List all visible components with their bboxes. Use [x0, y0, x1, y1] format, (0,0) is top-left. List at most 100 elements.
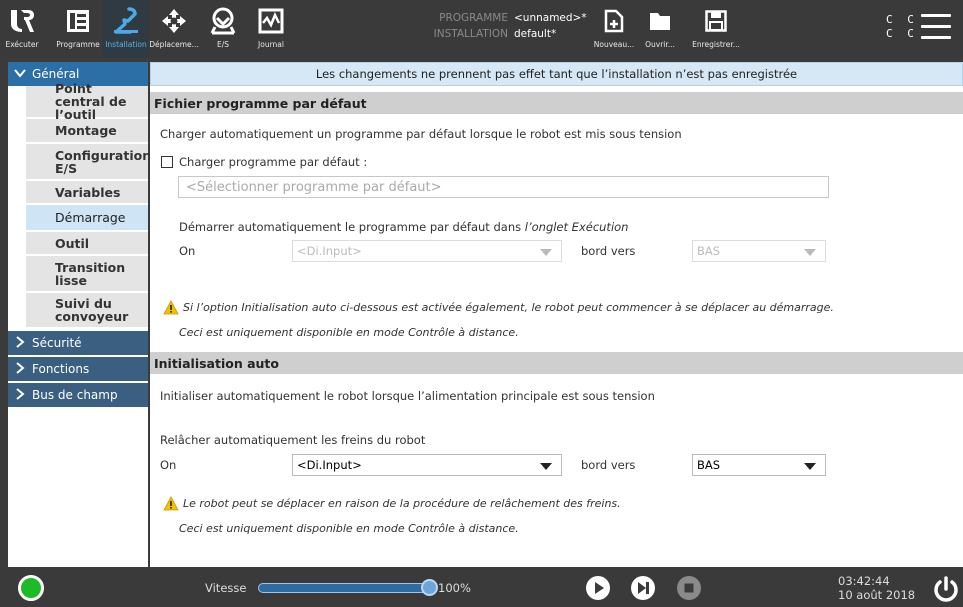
- autostart-edge-value: BAS: [697, 244, 721, 258]
- sidebar-section-fieldbus[interactable]: Bus de champ: [8, 383, 148, 407]
- tab-installation-label: Installation: [105, 40, 147, 49]
- autostart-text-main: Démarrer automatiquement le programme pa…: [179, 220, 525, 234]
- brake-on-label: On: [160, 458, 177, 472]
- section-title-auto-init: Initialisation auto: [150, 352, 963, 374]
- auto-init-warning: Le robot peut se déplacer en raison de l…: [183, 497, 621, 510]
- brake-release-text: Relâcher automatiquement les freins du r…: [160, 433, 426, 447]
- tab-installation[interactable]: Installation: [103, 0, 149, 58]
- open-button[interactable]: Ouvrir...: [640, 0, 680, 58]
- open-label: Ouvrir...: [645, 40, 675, 49]
- tab-move-label: Déplaceme...: [149, 40, 199, 49]
- load-default-checkbox[interactable]: [161, 156, 173, 168]
- brake-edge-value: BAS: [697, 458, 721, 472]
- clock: 03:42:44 10 août 2018: [838, 574, 915, 602]
- default-program-warning: Si l’option Initialisation auto ci-desso…: [183, 301, 834, 314]
- program-key: PROGRAMME: [439, 12, 508, 24]
- tab-io-label: E/S: [216, 40, 230, 49]
- warning-icon: [163, 300, 179, 315]
- log-icon: [258, 6, 284, 36]
- auto-init-description: Initialiser automatiquement le robot lor…: [160, 389, 655, 403]
- installation-key: INSTALLATION: [433, 28, 508, 40]
- speed-value: 100%: [438, 581, 471, 595]
- play-icon: [595, 582, 604, 594]
- brake-input-dropdown[interactable]: <Di.Input>: [292, 454, 562, 476]
- step-icon: [638, 582, 649, 594]
- cc-line-2: C C: [886, 27, 918, 40]
- autostart-edge-dropdown[interactable]: BAS: [692, 240, 826, 262]
- sidebar-item-mounting[interactable]: Montage: [26, 119, 148, 144]
- save-button[interactable]: Enregistrer...: [688, 0, 744, 58]
- brake-edge-label: bord vers: [581, 458, 636, 472]
- program-icon: [65, 6, 91, 36]
- save-icon: [705, 6, 727, 36]
- load-default-label: Charger programme par défaut :: [179, 155, 368, 169]
- sidebar-item-conveyor-tracking[interactable]: Suivi du convoyeur: [26, 293, 148, 329]
- chevron-down-icon: [540, 249, 552, 256]
- autostart-text-tab: l’onglet Exécution: [524, 220, 629, 234]
- sidebar-section-label: Sécurité: [32, 336, 82, 350]
- sidebar-item-tcp[interactable]: Point central de l’outil: [26, 82, 148, 121]
- clock-time: 03:42:44: [838, 574, 890, 588]
- chevron-down-icon: [804, 249, 816, 256]
- sidebar-section-label: Général: [32, 67, 80, 81]
- save-label: Enregistrer...: [692, 40, 740, 49]
- cc-line-1: C C: [886, 13, 918, 26]
- chevron-down-icon: [12, 67, 28, 81]
- brake-input-value: <Di.Input>: [297, 458, 362, 472]
- sidebar-item-variables[interactable]: Variables: [26, 181, 148, 205]
- auto-init-remote-note: Ceci est uniquement disponible en mode C…: [179, 522, 519, 535]
- cc-indicator: C C C C: [886, 13, 918, 41]
- ur-logo-icon: [9, 6, 35, 36]
- sidebar-section-label: Bus de champ: [32, 388, 118, 402]
- autostart-input-value: <Di.Input>: [297, 244, 362, 258]
- folder-icon: [649, 6, 671, 36]
- tab-run[interactable]: Exécuter: [2, 0, 42, 58]
- sidebar-item-startup[interactable]: Démarrage: [26, 205, 148, 232]
- stop-button[interactable]: [677, 576, 701, 600]
- chevron-right-icon: [12, 335, 28, 351]
- chevron-right-icon: [12, 361, 28, 377]
- top-bar: Exécuter Programme Installation Déplacem…: [0, 0, 963, 58]
- chevron-down-icon: [540, 463, 552, 470]
- hamburger-menu-icon[interactable]: [921, 14, 951, 42]
- step-button[interactable]: [631, 576, 655, 600]
- installation-name: default*: [514, 28, 557, 40]
- default-program-remote-note: Ceci est uniquement disponible en mode C…: [179, 326, 519, 339]
- tab-run-label: Exécuter: [5, 40, 39, 49]
- sidebar-section-safety[interactable]: Sécurité: [8, 331, 148, 355]
- chevron-right-icon: [12, 387, 28, 403]
- default-program-selector[interactable]: <Sélectionner programme par défaut>: [178, 176, 829, 198]
- autostart-on-label: On: [179, 244, 196, 258]
- sidebar-item-smooth-transition[interactable]: Transition lisse: [26, 256, 148, 293]
- power-icon[interactable]: [932, 575, 960, 603]
- stop-icon: [684, 583, 694, 593]
- tab-move[interactable]: Déplaceme...: [149, 0, 199, 58]
- general-submenu: Point central de l’outil Montage Configu…: [8, 82, 151, 329]
- speed-slider-handle[interactable]: [421, 579, 438, 596]
- tab-io[interactable]: E/S: [200, 0, 246, 58]
- robot-status-icon[interactable]: [18, 575, 44, 601]
- play-button[interactable]: [586, 576, 610, 600]
- default-program-description: Charger automatiquement un programme par…: [160, 127, 682, 141]
- warning-icon: [163, 496, 179, 511]
- sidebar-item-io-setup[interactable]: Configuration E/S: [26, 144, 151, 181]
- new-file-icon: [604, 6, 624, 36]
- sidebar-item-tool[interactable]: Outil: [26, 232, 148, 256]
- main-content: Les changements ne prennent pas effet ta…: [150, 62, 963, 567]
- chevron-down-icon: [804, 463, 816, 470]
- bottom-bar: Vitesse 100% 03:42:44 10 août 2018: [0, 569, 963, 607]
- installation-icon: [111, 6, 141, 36]
- sidebar-section-features[interactable]: Fonctions: [8, 357, 148, 381]
- tab-log[interactable]: Journal: [248, 0, 294, 58]
- new-label: Nouveau...: [593, 40, 635, 49]
- new-button[interactable]: Nouveau...: [594, 0, 634, 58]
- program-info: PROGRAMME <unnamed>* INSTALLATION default*: [432, 10, 587, 42]
- clock-date: 10 août 2018: [838, 588, 916, 602]
- tab-program[interactable]: Programme: [54, 0, 102, 58]
- sidebar: Général Point central de l’outil Montage…: [8, 62, 151, 567]
- speed-slider[interactable]: [258, 583, 430, 593]
- brake-edge-dropdown[interactable]: BAS: [692, 454, 826, 476]
- autostart-input-dropdown[interactable]: <Di.Input>: [292, 240, 562, 262]
- program-name: <unnamed>*: [514, 12, 587, 24]
- tab-log-label: Journal: [258, 40, 284, 49]
